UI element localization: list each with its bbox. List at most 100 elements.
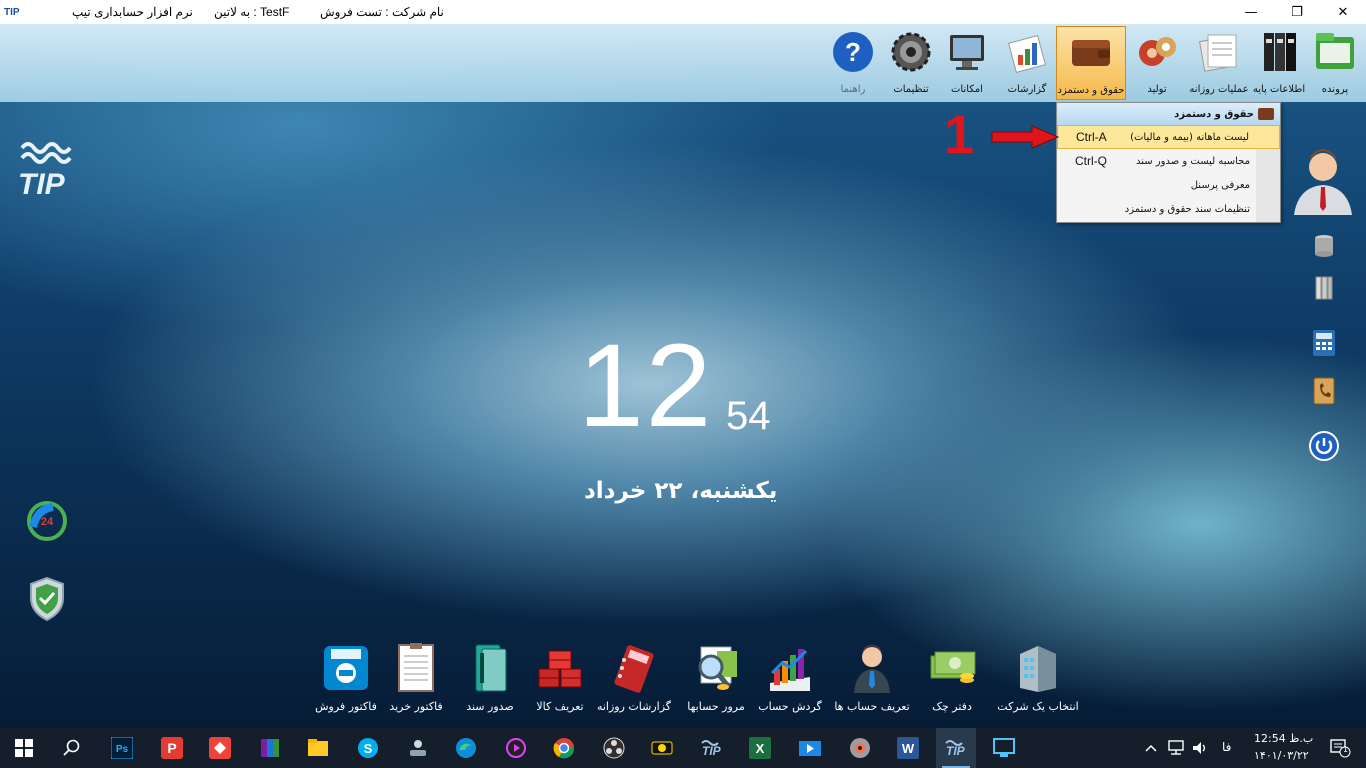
shortcut-purchase-invoice[interactable]: فاکتور خرید xyxy=(376,642,456,713)
phonebook-icon[interactable] xyxy=(1308,376,1340,406)
chrome-icon[interactable] xyxy=(544,728,584,768)
menu-item-label: لیست ماهانه (بیمه و مالیات) xyxy=(1130,131,1249,143)
company-name-label: نام شرکت : تست فروش xyxy=(320,5,444,19)
volume-icon[interactable] xyxy=(1188,728,1212,768)
shortcut-label: تعریف حساب ها xyxy=(834,700,910,713)
camera-icon[interactable] xyxy=(642,728,682,768)
shortcut-daily-reports[interactable]: گزارشات روزانه xyxy=(594,642,674,713)
minimize-button[interactable]: — xyxy=(1228,0,1274,24)
search-icon[interactable] xyxy=(52,728,92,768)
power-icon[interactable] xyxy=(1306,428,1342,464)
shortcut-sales-invoice[interactable]: فاکتور فروش xyxy=(306,642,386,713)
monitor-app-icon[interactable] xyxy=(984,728,1024,768)
toolbar-label: تولید xyxy=(1147,84,1167,95)
documents-icon xyxy=(1195,28,1243,76)
shortcut-select-company[interactable]: انتخاب یک شرکت xyxy=(997,642,1079,713)
obs-icon[interactable] xyxy=(594,728,634,768)
skype-icon[interactable]: S xyxy=(348,728,388,768)
toolbar-payroll[interactable]: حقوق و دستمزد xyxy=(1056,26,1126,100)
shortcut-review-accounts[interactable]: مرور حسابها xyxy=(676,642,756,713)
taskbar: Ps P S TIP X W TIP فا 12:54 ب.ظ ۱۴۰۱/۰۳/… xyxy=(0,728,1366,768)
app-logo: TIP xyxy=(4,6,20,18)
menu-item-monthly-list[interactable]: Ctrl-A لیست ماهانه (بیمه و مالیات) xyxy=(1057,125,1280,149)
wallet-icon xyxy=(1067,29,1115,77)
menu-item-personnel[interactable]: معرفی پرسنل xyxy=(1057,173,1280,197)
excel-icon[interactable]: X xyxy=(740,728,780,768)
photoshop-icon[interactable]: Ps xyxy=(102,728,142,768)
archive-icon[interactable] xyxy=(1308,274,1340,302)
chart-icon xyxy=(764,642,816,694)
magnifier-icon xyxy=(690,642,742,694)
books-icon xyxy=(464,642,516,694)
clock-date: یکشنبه، ۲۲ خرداد xyxy=(584,478,778,504)
menu-header: حقوق و دستمزد xyxy=(1057,103,1280,125)
menu-item-voucher-settings[interactable]: تنظیمات سند حقوق و دستمزد xyxy=(1057,197,1280,221)
shortcut-label: گزارشات روزانه xyxy=(596,700,672,713)
user-avatar[interactable] xyxy=(1282,142,1364,216)
winrar-icon[interactable] xyxy=(250,728,290,768)
tip-app-icon[interactable]: TIP xyxy=(692,728,732,768)
menu-shortcut: Ctrl-Q xyxy=(1075,154,1107,168)
taskbar-time[interactable]: 12:54 ب.ظ xyxy=(1254,732,1313,745)
security-shield-icon[interactable] xyxy=(24,574,70,624)
word-icon[interactable]: W xyxy=(888,728,928,768)
svg-text:TIP: TIP xyxy=(946,744,966,757)
toolbar-daily-operations[interactable]: عملیات روزانه xyxy=(1184,26,1254,100)
toolbar-label: راهنما xyxy=(840,84,866,95)
svg-text:Ps: Ps xyxy=(116,744,129,755)
annotation-arrow-icon xyxy=(991,125,1060,149)
svg-text:W: W xyxy=(902,741,915,756)
shortcut-label: مرور حسابها xyxy=(687,700,745,713)
notification-icon[interactable]: 1 xyxy=(1320,728,1360,768)
shortcut-checkbook[interactable]: دفتر چک xyxy=(912,642,992,713)
tip-active-app-icon[interactable]: TIP xyxy=(936,728,976,768)
gear-icon xyxy=(887,28,935,76)
toolbar-label: حقوق و دستمزد xyxy=(1057,85,1125,96)
payroll-dropdown-menu: حقوق و دستمزد Ctrl-A لیست ماهانه (بیمه و… xyxy=(1056,102,1281,223)
chevron-up-icon[interactable] xyxy=(1140,728,1162,768)
binders-icon xyxy=(1255,28,1303,76)
svg-text:X: X xyxy=(756,741,765,756)
shortcut-define-goods[interactable]: تعریف کالا xyxy=(520,642,600,713)
svg-text:TIP: TIP xyxy=(702,744,722,757)
menu-item-calculate-list[interactable]: Ctrl-Q محاسبه لیست و صدور سند xyxy=(1057,149,1280,173)
disc-burner-icon[interactable] xyxy=(840,728,880,768)
toolbar-label: عملیات روزانه xyxy=(1189,84,1249,95)
media-player-icon[interactable] xyxy=(496,728,536,768)
restore-button[interactable]: ❐ xyxy=(1274,0,1320,24)
toolbar-label: گزارشات xyxy=(1007,84,1047,95)
network-user-icon[interactable] xyxy=(398,728,438,768)
app-p-icon[interactable]: P xyxy=(152,728,192,768)
shortcut-label: فاکتور خرید xyxy=(389,700,443,713)
shortcut-account-turnover[interactable]: گردش حساب xyxy=(750,642,830,713)
calculator-icon[interactable] xyxy=(1308,328,1340,358)
toolbar-reports[interactable]: گزارشات xyxy=(992,26,1062,100)
shortcut-label: دفتر چک xyxy=(932,700,972,713)
language-indicator[interactable]: فا xyxy=(1222,740,1231,754)
toolbar-label: پرونده xyxy=(1321,84,1349,95)
file-explorer-icon[interactable] xyxy=(298,728,338,768)
svg-text:TIP: TIP xyxy=(18,168,66,200)
shortcut-define-accounts[interactable]: تعریف حساب ها xyxy=(832,642,912,713)
menu-item-label: تنظیمات سند حقوق و دستمزد xyxy=(1124,203,1250,215)
svg-text:?: ? xyxy=(845,37,861,67)
edge-icon[interactable] xyxy=(446,728,486,768)
close-button[interactable]: ✕ xyxy=(1320,0,1366,24)
taskbar-date[interactable]: ۱۴۰۱/۰۳/۲۲ xyxy=(1254,749,1309,762)
anydesk-icon[interactable] xyxy=(200,728,240,768)
latin-name-label: به لاتین : TestF xyxy=(214,5,290,19)
shortcut-issue-voucher[interactable]: صدور سند xyxy=(450,642,530,713)
toolbar-label: اطلاعات پایه xyxy=(1252,84,1306,95)
boxes-icon xyxy=(534,642,586,694)
toolbar-base-info[interactable]: اطلاعات پایه xyxy=(1244,26,1314,100)
start-windows-icon[interactable] xyxy=(4,728,44,768)
video-editor-icon[interactable] xyxy=(790,728,830,768)
main-toolbar: پرونده اطلاعات پایه عملیات روزانه تولید … xyxy=(0,24,1366,102)
toolbar-production[interactable]: تولید xyxy=(1122,26,1192,100)
support-24-icon[interactable]: 24 xyxy=(24,496,70,546)
shortcut-label: انتخاب یک شرکت xyxy=(997,700,1079,713)
database-icon[interactable] xyxy=(1308,232,1340,260)
network-icon[interactable] xyxy=(1164,728,1188,768)
shortcut-label: گردش حساب xyxy=(758,700,822,713)
toolbar-help[interactable]: ? راهنما xyxy=(818,26,888,100)
